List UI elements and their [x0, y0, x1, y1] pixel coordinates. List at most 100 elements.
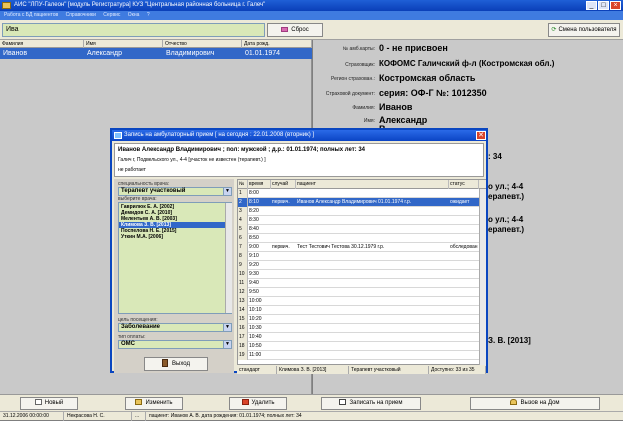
column-header-time[interactable]: время — [248, 180, 271, 189]
insurer-value: КОФОМС Галичский ф-л (Костромская обл.) — [379, 59, 555, 68]
schedule-cell-n: 19 — [238, 351, 248, 360]
column-header-surname[interactable]: Фамилия — [0, 40, 84, 48]
delete-button[interactable]: Удалить — [229, 397, 287, 410]
column-header-number[interactable]: № — [238, 180, 248, 189]
menu-item-references[interactable]: Справочники — [66, 12, 96, 18]
exit-button[interactable]: Выход — [144, 357, 208, 371]
schedule-cell-time: 9:20 — [249, 262, 259, 268]
table-row[interactable]: 16 10:30 — [238, 324, 479, 333]
table-row[interactable]: 18 10:50 — [238, 342, 479, 351]
column-header-patient[interactable]: пациент — [296, 180, 449, 189]
schedule-cell-n: 17 — [238, 333, 248, 342]
surname-label: Фамилия: — [352, 105, 375, 111]
close-icon[interactable]: × — [610, 1, 621, 10]
age-fragment: : 34 — [488, 152, 502, 161]
record-appointment-button[interactable]: Записать на прием — [321, 397, 421, 410]
change-user-button[interactable]: ⟳ Смена пользователя — [548, 23, 620, 37]
schedule-scrollbar[interactable] — [479, 189, 486, 365]
record-label: Записать на прием — [349, 400, 403, 406]
chevron-down-icon[interactable]: ▼ — [223, 341, 231, 348]
dialog-title: Запись на амбулаторный прием [ на сегодн… — [124, 132, 315, 138]
schedule-header: № время случай пациент статус — [238, 180, 486, 189]
schedule-cell-n: 9 — [238, 261, 248, 270]
menu-item-service[interactable]: Сервис — [103, 12, 120, 18]
menu-item-patients-db[interactable]: Работа с БД пациентов — [4, 12, 58, 18]
specialty-select[interactable]: Терапевт участковый ▼ — [118, 187, 232, 196]
table-row[interactable]: 5 8:40 — [238, 225, 479, 234]
schedule-cell-patient — [296, 279, 449, 288]
menu-item-help[interactable]: ? — [147, 12, 150, 18]
table-row[interactable]: 6 8:50 — [238, 234, 479, 243]
home-call-label: Вызов на Дом — [520, 400, 560, 406]
schedule-cell-status: обследован — [450, 244, 478, 250]
district-fragment-2: ерапевт.) — [488, 225, 524, 234]
home-call-button[interactable]: Вызов на Дом — [470, 397, 600, 410]
table-row[interactable]: 4 8:30 — [238, 216, 479, 225]
delete-label: Удалить — [251, 400, 275, 406]
schedule-cell-patient — [296, 252, 449, 261]
schedule-cell-n: 1 — [238, 189, 248, 198]
cell-surname: Иванов — [3, 50, 28, 57]
surname-value: Иванов — [379, 102, 413, 112]
app-icon — [2, 2, 11, 9]
table-row[interactable]: 19 11:00 — [238, 351, 479, 360]
edit-button[interactable]: Изменить — [125, 397, 183, 410]
table-row[interactable]: 17 10:40 — [238, 333, 479, 342]
table-row[interactable]: 14 10:10 — [238, 306, 479, 315]
list-item[interactable]: Уткин М.А. [2006] — [119, 234, 225, 240]
table-row[interactable]: 11 9:40 — [238, 279, 479, 288]
name-value: Александр — [379, 115, 428, 125]
cell-birthdate: 01.01.1974 — [245, 50, 281, 57]
doctor-list-scrollbar[interactable] — [225, 203, 232, 313]
chevron-down-icon[interactable]: ▼ — [223, 324, 231, 331]
new-button[interactable]: Новый — [20, 397, 78, 410]
status-specialty: Терапевт участковый — [349, 366, 429, 374]
reset-label: Сброс — [291, 27, 309, 33]
reset-button[interactable]: Сброс — [267, 23, 323, 37]
table-row[interactable]: 1 8:00 — [238, 189, 479, 198]
schedule-cell-case — [271, 189, 296, 198]
status-doctor: Климова З. В. [2013] — [277, 366, 349, 374]
table-row[interactable]: 9 9:20 — [238, 261, 479, 270]
table-row[interactable]: 13 10:00 — [238, 297, 479, 306]
insurance-doc-label: Страховой документ: — [325, 91, 375, 97]
visit-purpose-select[interactable]: Заболевание ▼ — [118, 323, 232, 332]
schedule-cell-status: ожидает — [450, 199, 470, 205]
column-header-patronymic[interactable]: Отчество — [163, 40, 242, 48]
table-row[interactable]: 7 9:00 первич. Тест Тестович Тестова 30.12.… — [238, 243, 479, 252]
dialog-close-button[interactable]: ✕ — [476, 131, 486, 140]
table-row[interactable]: 10 9:30 — [238, 270, 479, 279]
schedule-cell-time: 10:50 — [249, 343, 262, 349]
column-header-name[interactable]: Имя — [84, 40, 163, 48]
table-row[interactable]: 3 8:20 — [238, 207, 479, 216]
payment-value: ОМС — [121, 341, 135, 347]
schedule-cell-case — [271, 333, 296, 342]
menu-item-windows[interactable]: Окна — [128, 12, 140, 18]
schedule-cell-time: 10:40 — [249, 334, 262, 340]
schedule-cell-patient — [296, 216, 449, 225]
table-row[interactable]: Иванов Александр Владимирович 01.01.1974 — [0, 48, 312, 59]
schedule-cell-n: 14 — [238, 306, 248, 315]
table-row[interactable]: 15 10:20 — [238, 315, 479, 324]
app-title: АИС "ЛПУ-Галеон" [модуль Регистратура] К… — [14, 2, 266, 8]
schedule-cell-case: первич. — [272, 199, 290, 205]
payment-select[interactable]: ОМС ▼ — [118, 340, 232, 349]
search-input[interactable]: Ива — [2, 23, 265, 37]
table-row[interactable]: 8 9:10 — [238, 252, 479, 261]
schedule-cell-time: 8:10 — [249, 199, 259, 205]
address-fragment-1: о ул.; 4-4 — [488, 182, 524, 191]
schedule-cell-n: 11 — [238, 279, 248, 288]
table-row[interactable]: 12 9:50 — [238, 288, 479, 297]
column-header-birthdate[interactable]: Дата рожд. — [242, 40, 312, 48]
column-header-status[interactable]: статус — [449, 180, 479, 189]
refresh-icon: ⟳ — [551, 27, 557, 33]
schedule-cell-patient — [296, 261, 449, 270]
schedule-cell-patient — [296, 306, 449, 315]
chevron-down-icon[interactable]: ▼ — [223, 188, 231, 195]
column-header-case[interactable]: случай — [271, 180, 296, 189]
schedule-cell-n: 5 — [238, 225, 248, 234]
table-row[interactable]: 2 8:10 первич. Иванов Александр Владимирови… — [238, 198, 479, 207]
maximize-icon[interactable]: □ — [598, 1, 609, 10]
new-label: Новый — [44, 400, 64, 406]
minimize-icon[interactable]: _ — [586, 1, 597, 10]
